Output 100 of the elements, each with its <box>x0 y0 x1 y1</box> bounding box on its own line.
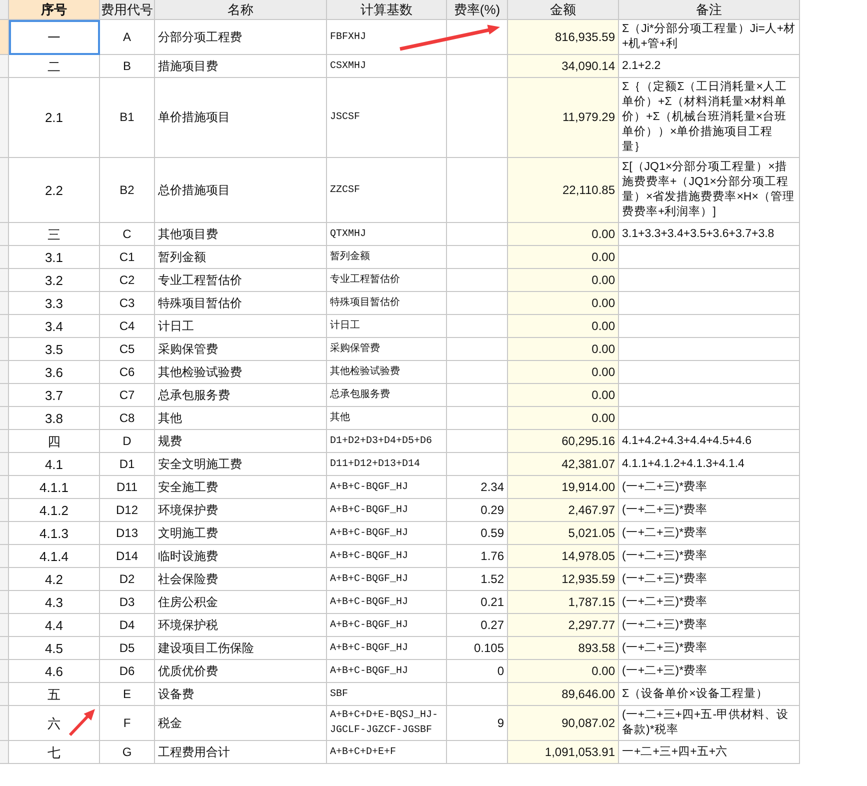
table-cell: D2 <box>100 568 155 591</box>
table-cell: SBF <box>327 683 447 706</box>
table-cell: 分部分项工程费 <box>155 20 327 55</box>
table-cell: D6 <box>100 660 155 683</box>
table-cell: D12 <box>100 499 155 522</box>
row-gutter[interactable] <box>0 545 9 568</box>
row-gutter[interactable] <box>0 338 9 361</box>
table-cell: C8 <box>100 407 155 430</box>
table-cell: 优质优价费 <box>155 660 327 683</box>
row-gutter[interactable] <box>0 706 9 741</box>
table-cell: A+B+C-BQGF_HJ <box>327 499 447 522</box>
table-cell: 其他 <box>155 407 327 430</box>
row-gutter[interactable] <box>0 315 9 338</box>
row-gutter[interactable] <box>0 568 9 591</box>
table-cell: (一+二+三)*费率 <box>619 522 800 545</box>
column-header[interactable]: 费用代号 <box>100 0 155 20</box>
table-cell: 特殊项目暂估价 <box>327 292 447 315</box>
column-header[interactable]: 计算基数 <box>327 0 447 20</box>
table-cell: 4.1+4.2+4.3+4.4+4.5+4.6 <box>619 430 800 453</box>
table-cell: 11,979.29 <box>508 78 619 158</box>
row-gutter[interactable] <box>0 223 9 246</box>
table-cell: (一+二+三)*费率 <box>619 591 800 614</box>
row-gutter[interactable] <box>0 269 9 292</box>
table-cell: 临时设施费 <box>155 545 327 568</box>
table-cell: 其他 <box>327 407 447 430</box>
table-cell: 4.1.4 <box>9 545 100 568</box>
table-cell: A+B+C+D+E+F <box>327 741 447 764</box>
table-cell: C2 <box>100 269 155 292</box>
table-cell: JSCSF <box>327 78 447 158</box>
row-gutter[interactable] <box>0 453 9 476</box>
table-cell: 安全文明施工费 <box>155 453 327 476</box>
table-cell: 60,295.16 <box>508 430 619 453</box>
row-gutter[interactable] <box>0 292 9 315</box>
table-cell: 89,646.00 <box>508 683 619 706</box>
table-cell: 采购保管费 <box>155 338 327 361</box>
table-cell: 1,091,053.91 <box>508 741 619 764</box>
table-cell: C6 <box>100 361 155 384</box>
table-cell: C3 <box>100 292 155 315</box>
table-cell: 4.1.2 <box>9 499 100 522</box>
table-cell: 三 <box>9 223 100 246</box>
table-cell: D1+D2+D3+D4+D5+D6 <box>327 430 447 453</box>
table-cell: 一 <box>9 20 100 55</box>
table-cell: 其他检验试验费 <box>327 361 447 384</box>
column-header[interactable]: 名称 <box>155 0 327 20</box>
table-cell: 4.3 <box>9 591 100 614</box>
table-cell: 4.2 <box>9 568 100 591</box>
table-cell: 其他检验试验费 <box>155 361 327 384</box>
row-gutter[interactable] <box>0 430 9 453</box>
table-cell: A <box>100 20 155 55</box>
table-cell: 4.6 <box>9 660 100 683</box>
row-gutter[interactable] <box>0 384 9 407</box>
row-gutter[interactable] <box>0 55 9 78</box>
table-cell: 七 <box>9 741 100 764</box>
row-gutter[interactable] <box>0 741 9 764</box>
table-cell: D13 <box>100 522 155 545</box>
table-cell: D4 <box>100 614 155 637</box>
table-cell: F <box>100 706 155 741</box>
table-cell: Σ[（JQ1×分部分项工程量）×措施费费率+（JQ1×分部分项工程量）×省发措施费费率×H×（管理费费率+利润率）] <box>619 158 800 223</box>
row-gutter[interactable] <box>0 591 9 614</box>
row-gutter[interactable] <box>0 499 9 522</box>
row-gutter[interactable] <box>0 361 9 384</box>
table-cell: D3 <box>100 591 155 614</box>
table-cell: 0.00 <box>508 361 619 384</box>
table-cell: 环境保护税 <box>155 614 327 637</box>
column-header[interactable]: 序号 <box>9 0 100 20</box>
row-gutter[interactable] <box>0 522 9 545</box>
table-cell: A+B+C-BQGF_HJ <box>327 545 447 568</box>
row-gutter[interactable] <box>0 407 9 430</box>
table-cell: B2 <box>100 158 155 223</box>
row-gutter[interactable] <box>0 20 9 55</box>
column-header[interactable]: 金额 <box>508 0 619 20</box>
row-gutter[interactable] <box>0 637 9 660</box>
table-cell: 计日工 <box>327 315 447 338</box>
table-cell: D11+D12+D13+D14 <box>327 453 447 476</box>
column-header[interactable]: 费率(%) <box>447 0 508 20</box>
table-cell: 42,381.07 <box>508 453 619 476</box>
table-cell: C5 <box>100 338 155 361</box>
table-cell: ZZCSF <box>327 158 447 223</box>
table-cell: 安全施工费 <box>155 476 327 499</box>
table-cell: (一+二+三)*费率 <box>619 660 800 683</box>
table-cell: 采购保管费 <box>327 338 447 361</box>
row-gutter[interactable] <box>0 158 9 223</box>
table-cell: (一+二+三)*费率 <box>619 476 800 499</box>
table-cell: D14 <box>100 545 155 568</box>
row-gutter[interactable] <box>0 246 9 269</box>
table-cell: 3.4 <box>9 315 100 338</box>
row-gutter[interactable] <box>0 78 9 158</box>
table-cell: 0.00 <box>508 315 619 338</box>
row-gutter[interactable] <box>0 683 9 706</box>
table-cell: A+B+C-BQGF_HJ <box>327 476 447 499</box>
table-cell: A+B+C-BQGF_HJ <box>327 660 447 683</box>
row-gutter[interactable] <box>0 660 9 683</box>
table-cell: 3.5 <box>9 338 100 361</box>
table-cell: 3.1+3.3+3.4+3.5+3.6+3.7+3.8 <box>619 223 800 246</box>
column-header[interactable]: 备注 <box>619 0 800 20</box>
table-cell: FBFXHJ <box>327 20 447 55</box>
table-cell: 单价措施项目 <box>155 78 327 158</box>
table-cell: 暂列金额 <box>327 246 447 269</box>
row-gutter[interactable] <box>0 476 9 499</box>
row-gutter[interactable] <box>0 614 9 637</box>
